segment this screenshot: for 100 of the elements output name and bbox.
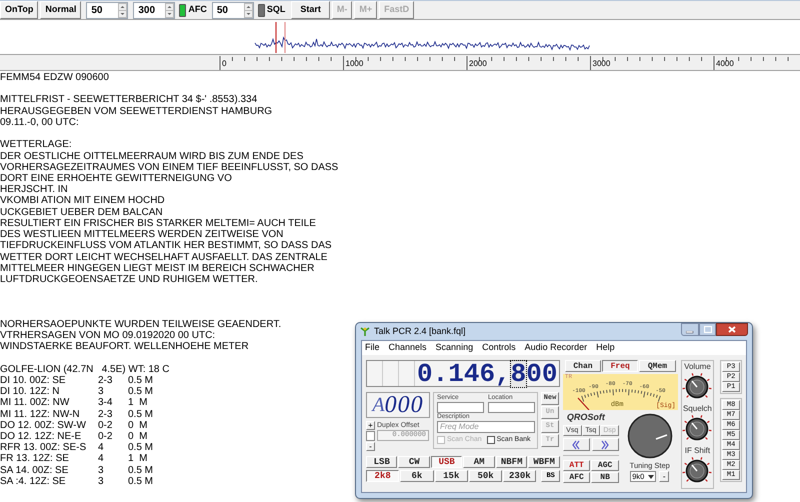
spin-field[interactable]: 300 xyxy=(133,2,176,18)
report-line: DORT EINE ERHOEHTE GEWITTERNEIGUNG VO xyxy=(0,172,232,184)
menu-item[interactable]: File xyxy=(365,341,380,355)
report-line: RESULTIERT EIN FRISCHER BIS STARKER MELTEMI= AUCH TEILE xyxy=(0,218,316,230)
forecast-wave: 1 M xyxy=(128,397,148,409)
ruler-label: 1000 xyxy=(346,59,364,69)
mode-button[interactable]: NBFM xyxy=(496,456,528,468)
filter-button[interactable]: 15k xyxy=(434,470,468,482)
meter-needle xyxy=(577,398,590,410)
spin-arrows-icon[interactable] xyxy=(244,2,253,18)
report-line: MITTELFRIST - SEEWETTERBERICHT 34 $-' .8553).334 xyxy=(0,94,258,106)
forecast-wind: 0-2 xyxy=(98,431,112,442)
forecast-time: DI 10. 00Z: SE xyxy=(0,374,66,386)
view-tab[interactable]: QMem xyxy=(639,360,676,372)
menu-item[interactable]: Controls xyxy=(482,341,516,355)
report-line: TIEFDRUCKEINFLUSS VOM ATLANTIK HER BESTIMMT, SO DASS DAS xyxy=(0,240,332,252)
knob-label: Squelch xyxy=(682,404,712,414)
ruler-label: 4000 xyxy=(716,59,734,69)
forecast-time: DO 12. 00Z: SW-W xyxy=(0,420,86,431)
filter-button[interactable]: 50k xyxy=(468,470,502,482)
spin-field[interactable]: 50 xyxy=(212,2,254,18)
spin-arrows-icon[interactable] xyxy=(118,2,128,18)
frequency-digit[interactable]: , xyxy=(495,360,511,386)
toggle-button[interactable]: AFC xyxy=(562,472,590,483)
ruler-label: 3000 xyxy=(592,59,610,69)
forecast-wind: 2-3 xyxy=(98,408,112,420)
forecast-time: FR 13. 12Z: SE xyxy=(0,453,69,465)
forecast-wave: 0.5 M xyxy=(128,442,154,454)
mode-button[interactable]: WBFM xyxy=(528,456,560,468)
report-line: FEMM54 EDZW 090600 xyxy=(0,72,109,84)
report-line: WINDSTAERKE BEAUFORT. WELLENHOEHE METER xyxy=(0,341,249,352)
report-line: HERAUSGEGEBEN VOM SEEWETTERDIENST HAMBURG xyxy=(0,106,272,117)
forecast-wind: 3 xyxy=(98,386,104,398)
forecast-time: DO 12. 12Z: NE-E xyxy=(0,431,82,442)
toolbar-button[interactable]: Normal xyxy=(40,1,82,19)
toggle-button[interactable]: NB xyxy=(591,472,619,483)
mode-button[interactable]: CW xyxy=(398,456,430,468)
minus-button[interactable]: - xyxy=(659,471,670,482)
forecast-time: SA :4. 12Z: SE xyxy=(0,476,66,488)
frequency-digit[interactable]: 1 xyxy=(448,360,464,386)
minimize-icon[interactable] xyxy=(686,331,694,335)
frequency-digit[interactable]: 8 xyxy=(510,360,526,386)
checkbox[interactable] xyxy=(486,436,495,444)
text-field[interactable] xyxy=(437,402,484,413)
report-line: VTRHERSAGEN VON MO 09.0192020 00 UTC: xyxy=(0,330,216,342)
tune-arrow-button[interactable] xyxy=(562,438,590,451)
mode-button[interactable]: USB xyxy=(430,456,462,468)
text-field[interactable] xyxy=(488,402,535,413)
forecast-wave: 0.5 M xyxy=(128,464,154,476)
filter-button[interactable]: 6k xyxy=(400,470,434,482)
report-line: VORHERSAGEZEITRAUMES VON EINEM TIEF BEEINFLUSST, SO DASS xyxy=(0,162,338,173)
menu-item[interactable]: Help xyxy=(596,341,615,355)
dropdown-arrow-icon[interactable] xyxy=(647,472,656,482)
view-tab[interactable]: Chan xyxy=(564,360,602,372)
knob-label: IF Shift xyxy=(684,446,710,456)
menu-item[interactable]: Audio Recorder xyxy=(524,341,588,355)
frequency-digit[interactable]: 0 xyxy=(542,360,558,386)
tuning-knob[interactable] xyxy=(626,413,673,459)
forecast-time: RFR 13. 00Z: SE-S xyxy=(0,442,86,454)
forecast-wind: 0-2 xyxy=(98,420,112,431)
forecast-wave: 1 M xyxy=(128,453,148,465)
ruler-label: 0 xyxy=(222,59,226,69)
double-chevron-icon[interactable] xyxy=(571,440,582,450)
report-line: HERJSCHT. IN xyxy=(0,184,68,196)
double-chevron-icon[interactable] xyxy=(600,440,610,450)
frequency-digit[interactable]: . xyxy=(432,360,448,386)
toggle-button[interactable]: ATT xyxy=(562,460,590,471)
tune-arrow-button[interactable] xyxy=(592,438,619,451)
forecast-wave: 0 M xyxy=(128,431,148,442)
toolbar-button[interactable]: OnTop xyxy=(0,1,38,19)
report-line: DES WESTLIEEN MITTELMEERS WERDEN ZEITWEISE VON xyxy=(0,229,284,240)
forecast-time: MI 11. 00Z: NW xyxy=(0,397,70,409)
mode-button[interactable]: AM xyxy=(463,456,495,468)
spin-arrows-icon[interactable] xyxy=(165,2,174,18)
frequency-digit[interactable]: 4 xyxy=(464,360,480,386)
forecast-wind: 2-3 xyxy=(98,374,112,386)
maximize-button[interactable] xyxy=(699,323,716,336)
toolbar-button[interactable]: Start xyxy=(291,1,330,19)
report-line: DER OESTLICHE OITTELMEERRAUM WIRD BIS ZUM ENDE DES xyxy=(0,150,304,162)
menu-item[interactable]: Scanning xyxy=(436,341,474,355)
filter-button[interactable]: 2k8 xyxy=(366,470,400,482)
view-tab[interactable]: Freq xyxy=(602,360,638,372)
close-icon[interactable] xyxy=(728,326,736,333)
frequency-digit[interactable]: 6 xyxy=(479,360,496,386)
close-button[interactable] xyxy=(716,323,748,336)
toggle-button[interactable]: AGC xyxy=(591,460,619,471)
forecast-wind: 3 xyxy=(98,464,104,476)
report-line: MITTELMEER HINGEGEN LIEGT MEIST IM BEREICH SCHWACHER xyxy=(0,262,314,274)
menu-item[interactable]: Channels xyxy=(388,341,427,355)
report-line: NORHERSAOEPUNKTE WURDEN TEILWEISE GEAENDERT. xyxy=(0,318,282,330)
spin-field[interactable]: 50 xyxy=(86,2,128,18)
frequency-digit[interactable]: 0 xyxy=(417,360,433,386)
forecast-wind: 3 xyxy=(98,476,104,488)
mode-button[interactable]: LSB xyxy=(366,456,398,468)
frequency-digit[interactable]: 0 xyxy=(526,360,542,386)
minimize-button[interactable] xyxy=(681,323,699,336)
report-line: UCKGEBIET UEBER DEM BALCAN xyxy=(0,206,163,218)
filter-button[interactable]: 230k xyxy=(503,470,536,482)
report-line: WETTER DORT LEICHT WECHSELHAFT AUSFAELLT. DAS ZENTRALE xyxy=(0,252,328,263)
indicator-label: AFC xyxy=(188,3,207,16)
